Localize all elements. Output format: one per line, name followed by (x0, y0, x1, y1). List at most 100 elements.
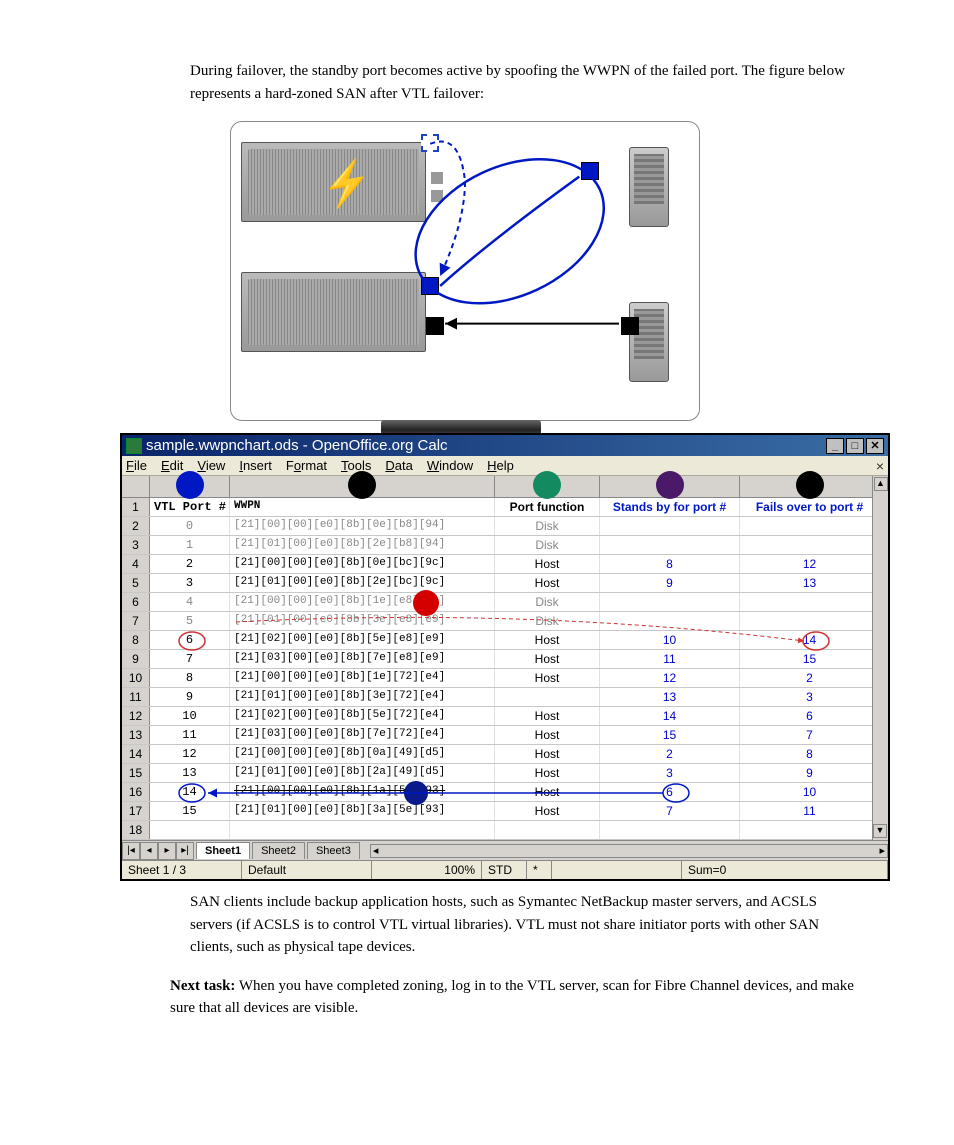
cell[interactable]: 13 (600, 688, 740, 706)
cell[interactable]: [21][02][00][e0][8b][5e][72][e4] (230, 707, 495, 725)
cell[interactable]: Host (495, 764, 600, 782)
cell[interactable] (150, 821, 230, 839)
cell[interactable] (740, 517, 880, 535)
menu-insert[interactable]: Insert (239, 458, 272, 473)
tab-sheet2[interactable]: Sheet2 (252, 842, 305, 859)
table-row[interactable]: 1311[21][03][00][e0][8b][7e][72][e4]Host… (122, 726, 888, 745)
col-header-C[interactable]: C (495, 476, 600, 497)
table-row[interactable]: 97[21][03][00][e0][8b][7e][e8][e9]Host11… (122, 650, 888, 669)
cell[interactable]: [21][00][00][e0][8b][0e][bc][9c] (230, 555, 495, 573)
cell[interactable]: 10 (150, 707, 230, 725)
cell[interactable]: Disk (495, 517, 600, 535)
menu-edit[interactable]: Edit (161, 458, 183, 473)
cell[interactable]: Disk (495, 612, 600, 630)
table-row[interactable]: 64[21][00][00][e0][8b][1e][e8][e9]Disk (122, 593, 888, 612)
cell[interactable]: 5 (150, 612, 230, 630)
cell[interactable]: 3 (150, 574, 230, 592)
cell[interactable]: Host (495, 574, 600, 592)
cell[interactable]: Disk (495, 536, 600, 554)
cell[interactable]: 15 (600, 726, 740, 744)
cell[interactable]: 0 (150, 517, 230, 535)
cell[interactable]: [21][03][00][e0][8b][7e][e8][e9] (230, 650, 495, 668)
tab-nav-prev[interactable]: ◂ (140, 842, 158, 860)
grid-body[interactable]: 1 VTL Port # WWPN Port function Stands b… (122, 498, 888, 840)
cell[interactable]: 8 (600, 555, 740, 573)
cell[interactable]: 7 (600, 802, 740, 820)
table-row[interactable]: 1715[21][01][00][e0][8b][3a][5e][93]Host… (122, 802, 888, 821)
cell[interactable]: 12 (150, 745, 230, 763)
cell[interactable]: Host (495, 802, 600, 820)
col-header-E[interactable]: E (740, 476, 880, 497)
menu-window[interactable]: Window (427, 458, 473, 473)
cell[interactable]: Host (495, 555, 600, 573)
cell[interactable]: 15 (150, 802, 230, 820)
cell[interactable]: 14 (600, 707, 740, 725)
cell[interactable]: 9 (150, 688, 230, 706)
menu-data[interactable]: Data (385, 458, 412, 473)
col-header-A[interactable]: A (150, 476, 230, 497)
menu-tools[interactable]: Tools (341, 458, 371, 473)
table-row[interactable]: 20[21][00][00][e0][8b][0e][b8][94]Disk (122, 517, 888, 536)
cell[interactable]: 14 (740, 631, 880, 649)
table-row[interactable]: 1412[21][00][00][e0][8b][0a][49][d5]Host… (122, 745, 888, 764)
cell[interactable]: 13 (740, 574, 880, 592)
cell[interactable]: 11 (600, 650, 740, 668)
cell[interactable]: 2 (600, 745, 740, 763)
table-row[interactable]: 1513[21][01][00][e0][8b][2a][49][d5]Host… (122, 764, 888, 783)
cell[interactable] (600, 536, 740, 554)
cell[interactable]: 9 (740, 764, 880, 782)
cell[interactable]: 15 (740, 650, 880, 668)
cell[interactable]: 7 (740, 726, 880, 744)
cell[interactable] (740, 536, 880, 554)
cell[interactable] (600, 593, 740, 611)
cell[interactable] (740, 593, 880, 611)
cell[interactable]: 10 (740, 783, 880, 801)
vertical-scrollbar[interactable]: ▲ ▼ (872, 476, 888, 840)
cell[interactable]: [21][00][00][e0][8b][1a][5e][93] (230, 783, 495, 801)
scroll-down-button[interactable]: ▼ (873, 824, 887, 838)
menu-view[interactable]: View (197, 458, 225, 473)
menu-file[interactable]: File (126, 458, 147, 473)
cell[interactable]: Disk (495, 593, 600, 611)
cell[interactable]: [21][03][00][e0][8b][7e][72][e4] (230, 726, 495, 744)
cell[interactable]: [21][01][00][e0][8b][3e][72][e4] (230, 688, 495, 706)
cell[interactable]: 2 (740, 669, 880, 687)
tab-nav-next[interactable]: ▸ (158, 842, 176, 860)
cell[interactable]: 6 (600, 783, 740, 801)
scroll-up-button[interactable]: ▲ (874, 477, 888, 491)
cell[interactable]: Host (495, 650, 600, 668)
minimize-button[interactable]: _ (826, 438, 844, 454)
cell[interactable]: 12 (600, 669, 740, 687)
close-button[interactable]: ✕ (866, 438, 884, 454)
cell[interactable]: 8 (150, 669, 230, 687)
cell[interactable]: Host (495, 631, 600, 649)
cell[interactable] (740, 821, 880, 839)
cell[interactable]: 10 (600, 631, 740, 649)
close-document-button[interactable]: × (876, 458, 884, 474)
cell[interactable]: [21][00][00][e0][8b][0e][b8][94] (230, 517, 495, 535)
cell[interactable]: [21][00][00][e0][8b][1e][e8][e9] (230, 593, 495, 611)
cell[interactable]: [21][02][00][e0][8b][5e][e8][e9] (230, 631, 495, 649)
cell[interactable]: 12 (740, 555, 880, 573)
cell[interactable]: Host (495, 745, 600, 763)
table-row[interactable]: 75[21][01][00][e0][8b][3e][e8][e9]Disk (122, 612, 888, 631)
cell[interactable]: [21][01][00][e0][8b][2e][bc][9c] (230, 574, 495, 592)
cell[interactable] (495, 821, 600, 839)
table-row[interactable]: 119[21][01][00][e0][8b][3e][72][e4]133 (122, 688, 888, 707)
cell[interactable]: 8 (740, 745, 880, 763)
cell[interactable]: 3 (740, 688, 880, 706)
cell[interactable]: 4 (150, 593, 230, 611)
cell[interactable] (600, 517, 740, 535)
cell[interactable]: 6 (740, 707, 880, 725)
cell[interactable] (600, 821, 740, 839)
cell[interactable]: 11 (150, 726, 230, 744)
cell[interactable]: [21][01][00][e0][8b][3e][e8][e9] (230, 612, 495, 630)
tab-nav-first[interactable]: |◂ (122, 842, 140, 860)
cell[interactable] (495, 688, 600, 706)
cell[interactable]: 13 (150, 764, 230, 782)
cell[interactable]: Host (495, 783, 600, 801)
cell[interactable]: [21][01][00][e0][8b][2e][b8][94] (230, 536, 495, 554)
tab-sheet3[interactable]: Sheet3 (307, 842, 360, 859)
col-header-D[interactable]: D (600, 476, 740, 497)
cell[interactable] (230, 821, 495, 839)
